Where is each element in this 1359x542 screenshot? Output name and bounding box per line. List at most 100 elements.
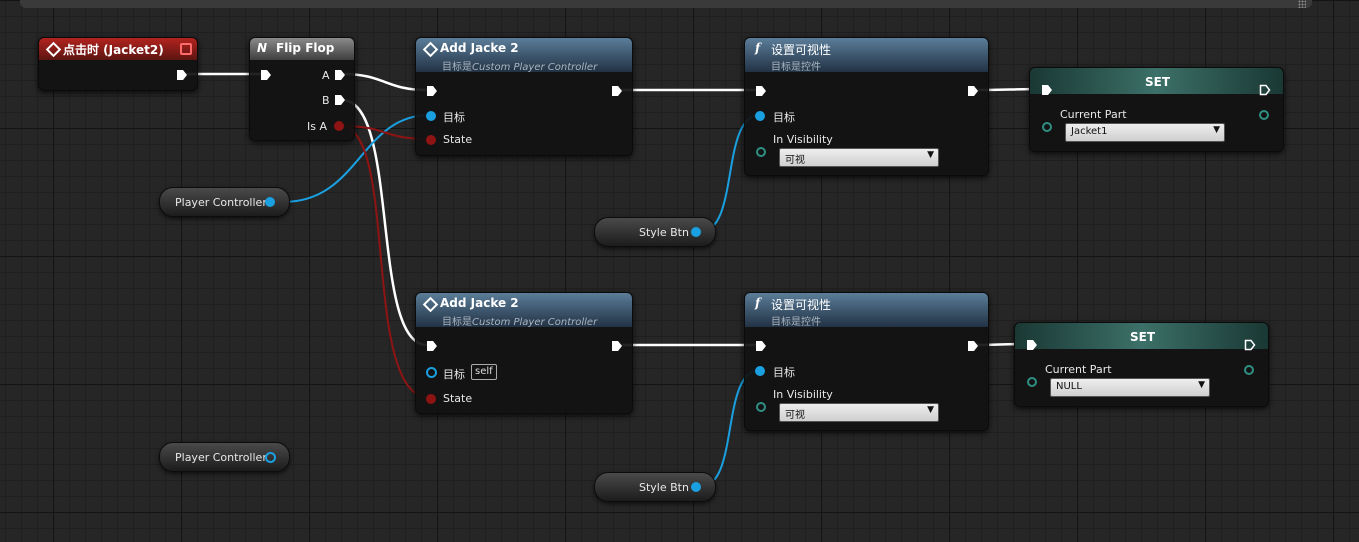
style-btn-getter[interactable]: Style Btn bbox=[594, 217, 716, 247]
exec-out-pin[interactable] bbox=[1259, 84, 1271, 96]
visibility-enum-pin[interactable] bbox=[756, 402, 766, 412]
flipflop-a-label: A bbox=[322, 69, 330, 82]
exec-in-pin[interactable] bbox=[1026, 339, 1038, 351]
player-controller-out-pin[interactable] bbox=[265, 452, 276, 463]
event-call-icon bbox=[422, 41, 439, 58]
current-part-out-pin[interactable] bbox=[1244, 365, 1254, 375]
flipflop-node-header: N Flip Flop bbox=[250, 38, 354, 60]
set-visibility-title: 设置可视性 bbox=[771, 43, 832, 57]
target-object-pin[interactable] bbox=[426, 111, 436, 121]
current-part-in-pin[interactable] bbox=[1042, 122, 1052, 132]
scrollbar-grip-icon[interactable] bbox=[1298, 0, 1306, 8]
event-node-clicked[interactable]: 点击时 (Jacket2) bbox=[38, 37, 198, 91]
current-part-in-pin[interactable] bbox=[1027, 377, 1037, 387]
add-jacke-title: Add Jacke 2 bbox=[440, 41, 519, 55]
set-current-part-node-bottom[interactable]: SET Current Part NULL ▼ bbox=[1014, 322, 1269, 407]
set-node-header: SET bbox=[1030, 68, 1283, 94]
exec-out-pin[interactable] bbox=[1244, 339, 1256, 351]
set-visibility-subtitle: 目标是控件 bbox=[771, 317, 821, 328]
exec-in-pin[interactable] bbox=[426, 85, 438, 97]
flipflop-node[interactable]: N Flip Flop A B Is A bbox=[249, 37, 355, 141]
target-label: 目标 bbox=[773, 111, 795, 124]
player-controller-label: Player Controller bbox=[175, 196, 267, 209]
chevron-down-icon: ▼ bbox=[927, 405, 934, 415]
event-node-header: 点击时 (Jacket2) bbox=[39, 38, 197, 60]
style-btn-out-pin[interactable] bbox=[691, 482, 701, 492]
current-part-dropdown[interactable]: Jacket1 ▼ bbox=[1065, 123, 1225, 142]
style-btn-getter[interactable]: Style Btn bbox=[594, 472, 716, 502]
current-part-value: Jacket1 bbox=[1071, 126, 1108, 137]
set-visibility-node-bottom[interactable]: f 设置可视性 目标是控件 目标 In Visibility 可视 ▼ bbox=[744, 292, 989, 431]
set-node-title: SET bbox=[1145, 75, 1171, 89]
exec-out-pin[interactable] bbox=[967, 340, 979, 352]
target-object-pin[interactable] bbox=[755, 111, 765, 121]
visibility-dropdown[interactable]: 可视 ▼ bbox=[779, 148, 939, 167]
style-btn-label: Style Btn bbox=[639, 226, 689, 239]
player-controller-getter[interactable]: Player Controller bbox=[159, 187, 290, 217]
visibility-value: 可视 bbox=[785, 410, 805, 421]
flipflop-isa-label: Is A bbox=[307, 120, 327, 133]
player-controller-label: Player Controller bbox=[175, 451, 267, 464]
set-visibility-header: f 设置可视性 目标是控件 bbox=[745, 293, 988, 328]
state-label: State bbox=[443, 133, 473, 146]
macro-icon: N bbox=[257, 41, 268, 55]
target-object-pin[interactable] bbox=[755, 366, 765, 376]
visibility-enum-pin[interactable] bbox=[756, 147, 766, 157]
function-icon: f bbox=[755, 41, 761, 55]
current-part-value: NULL bbox=[1056, 381, 1082, 392]
isa-bool-pin[interactable] bbox=[334, 121, 344, 131]
event-node-title: 点击时 (Jacket2) bbox=[63, 43, 164, 57]
add-jacke-title: Add Jacke 2 bbox=[440, 296, 519, 310]
add-jacke-header: Add Jacke 2 目标是Custom Player Controller bbox=[416, 38, 632, 73]
current-part-dropdown[interactable]: NULL ▼ bbox=[1050, 378, 1210, 397]
exec-out-pin[interactable] bbox=[611, 340, 623, 352]
exec-out-b-pin[interactable] bbox=[334, 94, 346, 106]
set-visibility-title: 设置可视性 bbox=[771, 298, 832, 312]
exec-out-pin[interactable] bbox=[611, 85, 623, 97]
graph-top-scrollbar[interactable] bbox=[20, 0, 1312, 8]
add-jacke-node-bottom[interactable]: Add Jacke 2 目标是Custom Player Controller … bbox=[415, 292, 633, 414]
function-icon: f bbox=[755, 296, 761, 310]
player-controller-getter[interactable]: Player Controller bbox=[159, 442, 290, 472]
set-visibility-node-top[interactable]: f 设置可视性 目标是控件 目标 In Visibility 可视 ▼ bbox=[744, 37, 989, 176]
target-object-pin[interactable] bbox=[426, 367, 437, 378]
current-part-out-pin[interactable] bbox=[1259, 110, 1269, 120]
set-visibility-header: f 设置可视性 目标是控件 bbox=[745, 38, 988, 73]
chevron-down-icon: ▼ bbox=[1198, 380, 1205, 390]
player-controller-out-pin[interactable] bbox=[265, 197, 275, 207]
target-self-default: self bbox=[471, 364, 497, 380]
add-jacke-header: Add Jacke 2 目标是Custom Player Controller bbox=[416, 293, 632, 328]
chevron-down-icon: ▼ bbox=[927, 150, 934, 160]
flipflop-node-title: Flip Flop bbox=[276, 41, 335, 55]
chevron-down-icon: ▼ bbox=[1213, 125, 1220, 135]
state-bool-pin[interactable] bbox=[426, 135, 436, 145]
exec-in-pin[interactable] bbox=[755, 85, 767, 97]
exec-out-pin[interactable] bbox=[967, 85, 979, 97]
event-diamond-icon bbox=[45, 41, 62, 58]
state-bool-pin[interactable] bbox=[426, 394, 436, 404]
set-current-part-node-top[interactable]: SET Current Part Jacket1 ▼ bbox=[1029, 67, 1284, 152]
visibility-value: 可视 bbox=[785, 155, 805, 166]
visibility-label: In Visibility bbox=[773, 388, 833, 401]
current-part-label: Current Part bbox=[1060, 108, 1127, 121]
exec-out-pin[interactable] bbox=[176, 69, 188, 81]
add-jacke-node-top[interactable]: Add Jacke 2 目标是Custom Player Controller … bbox=[415, 37, 633, 156]
target-label: 目标 bbox=[773, 366, 795, 379]
set-node-header: SET bbox=[1015, 323, 1268, 349]
visibility-label: In Visibility bbox=[773, 133, 833, 146]
visibility-dropdown[interactable]: 可视 ▼ bbox=[779, 403, 939, 422]
style-btn-out-pin[interactable] bbox=[691, 227, 701, 237]
delegate-pin-icon[interactable] bbox=[180, 43, 192, 55]
add-jacke-subtitle: 目标是Custom Player Controller bbox=[442, 317, 598, 328]
set-node-title: SET bbox=[1130, 330, 1156, 344]
flipflop-b-label: B bbox=[322, 94, 330, 107]
target-label: 目标 bbox=[443, 368, 465, 381]
exec-in-pin[interactable] bbox=[260, 69, 272, 81]
exec-in-pin[interactable] bbox=[755, 340, 767, 352]
style-btn-label: Style Btn bbox=[639, 481, 689, 494]
current-part-label: Current Part bbox=[1045, 363, 1112, 376]
exec-in-pin[interactable] bbox=[1041, 84, 1053, 96]
exec-in-pin[interactable] bbox=[426, 340, 438, 352]
state-label: State bbox=[443, 392, 473, 405]
exec-out-a-pin[interactable] bbox=[334, 69, 346, 81]
